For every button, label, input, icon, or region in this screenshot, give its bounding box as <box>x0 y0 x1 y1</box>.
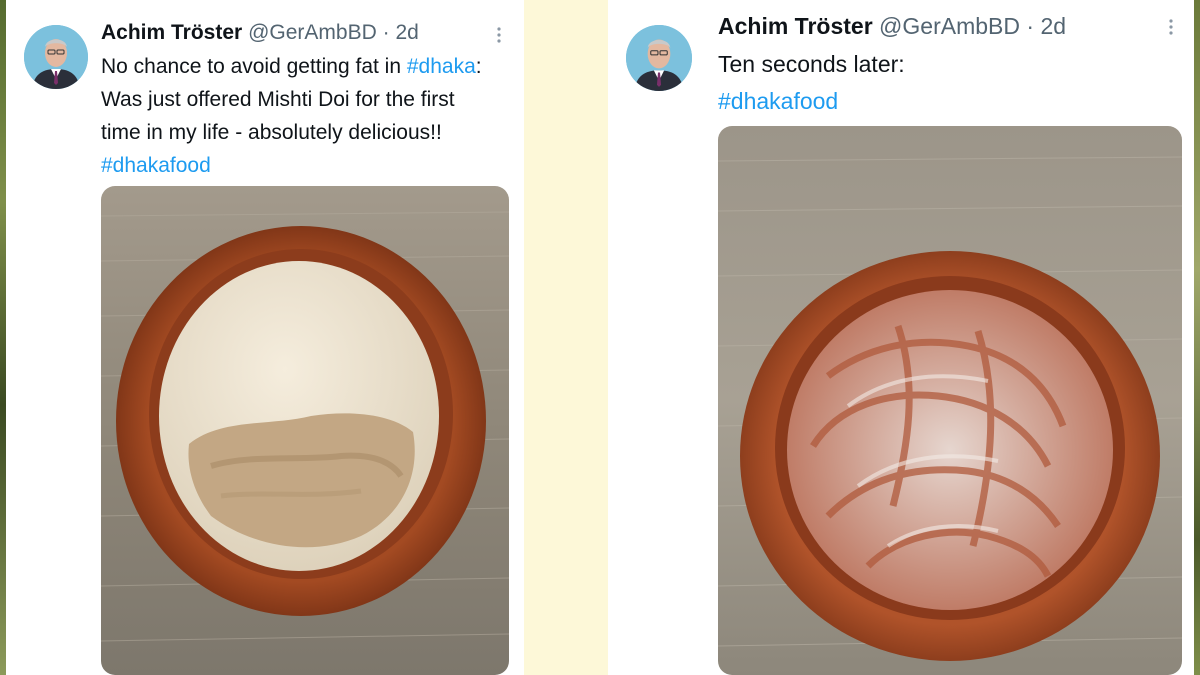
tweet-text: Ten seconds later: #dhakafood <box>718 46 1178 120</box>
profile-photo-icon <box>24 25 88 89</box>
profile-photo-icon <box>626 25 692 91</box>
tweet-header: Achim Tröster @GerAmbBD · 2d <box>101 19 419 47</box>
author-name[interactable]: Achim Tröster <box>718 13 873 39</box>
tweet-text: No chance to avoid getting fat in #dhaka… <box>101 50 516 182</box>
author-handle[interactable]: @GerAmbBD <box>879 13 1020 39</box>
avatar[interactable] <box>626 25 692 91</box>
text-line-3: time in my life - absolutely delicious!! <box>101 121 442 144</box>
hashtag-link-dhaka[interactable]: #dhaka <box>407 55 476 78</box>
post-age[interactable]: 2d <box>1040 13 1066 39</box>
right-edge-background <box>1194 0 1200 675</box>
avatar[interactable] <box>24 25 88 89</box>
post-age[interactable]: 2d <box>395 21 418 44</box>
separator: · <box>382 21 390 44</box>
text-line-1: Ten seconds later: <box>718 51 905 77</box>
tweet-card-2[interactable]: Achim Tröster @GerAmbBD · 2d Ten seconds… <box>608 0 1194 675</box>
hashtag-link-dhakafood[interactable]: #dhakafood <box>718 83 1178 120</box>
tweet-media[interactable] <box>718 126 1182 675</box>
more-options-icon[interactable] <box>496 27 502 43</box>
author-name[interactable]: Achim Tröster <box>101 21 242 44</box>
tweet-header: Achim Tröster @GerAmbBD · 2d <box>718 12 1066 40</box>
mishti-doi-empty-photo-icon <box>718 126 1182 675</box>
text-line-1: No chance to avoid getting fat in #dhaka… <box>101 55 482 78</box>
tweet-card-1[interactable]: Achim Tröster @GerAmbBD · 2d No chance t… <box>6 0 524 675</box>
more-options-icon[interactable] <box>1168 19 1174 35</box>
author-handle[interactable]: @GerAmbBD <box>248 21 377 44</box>
separator: · <box>1026 13 1035 39</box>
mishti-doi-full-photo-icon <box>101 186 509 675</box>
hashtag-link-dhakafood[interactable]: #dhakafood <box>101 149 516 182</box>
tweet-media[interactable] <box>101 186 509 675</box>
text-line-2: Was just offered Mishti Doi for the firs… <box>101 88 455 111</box>
